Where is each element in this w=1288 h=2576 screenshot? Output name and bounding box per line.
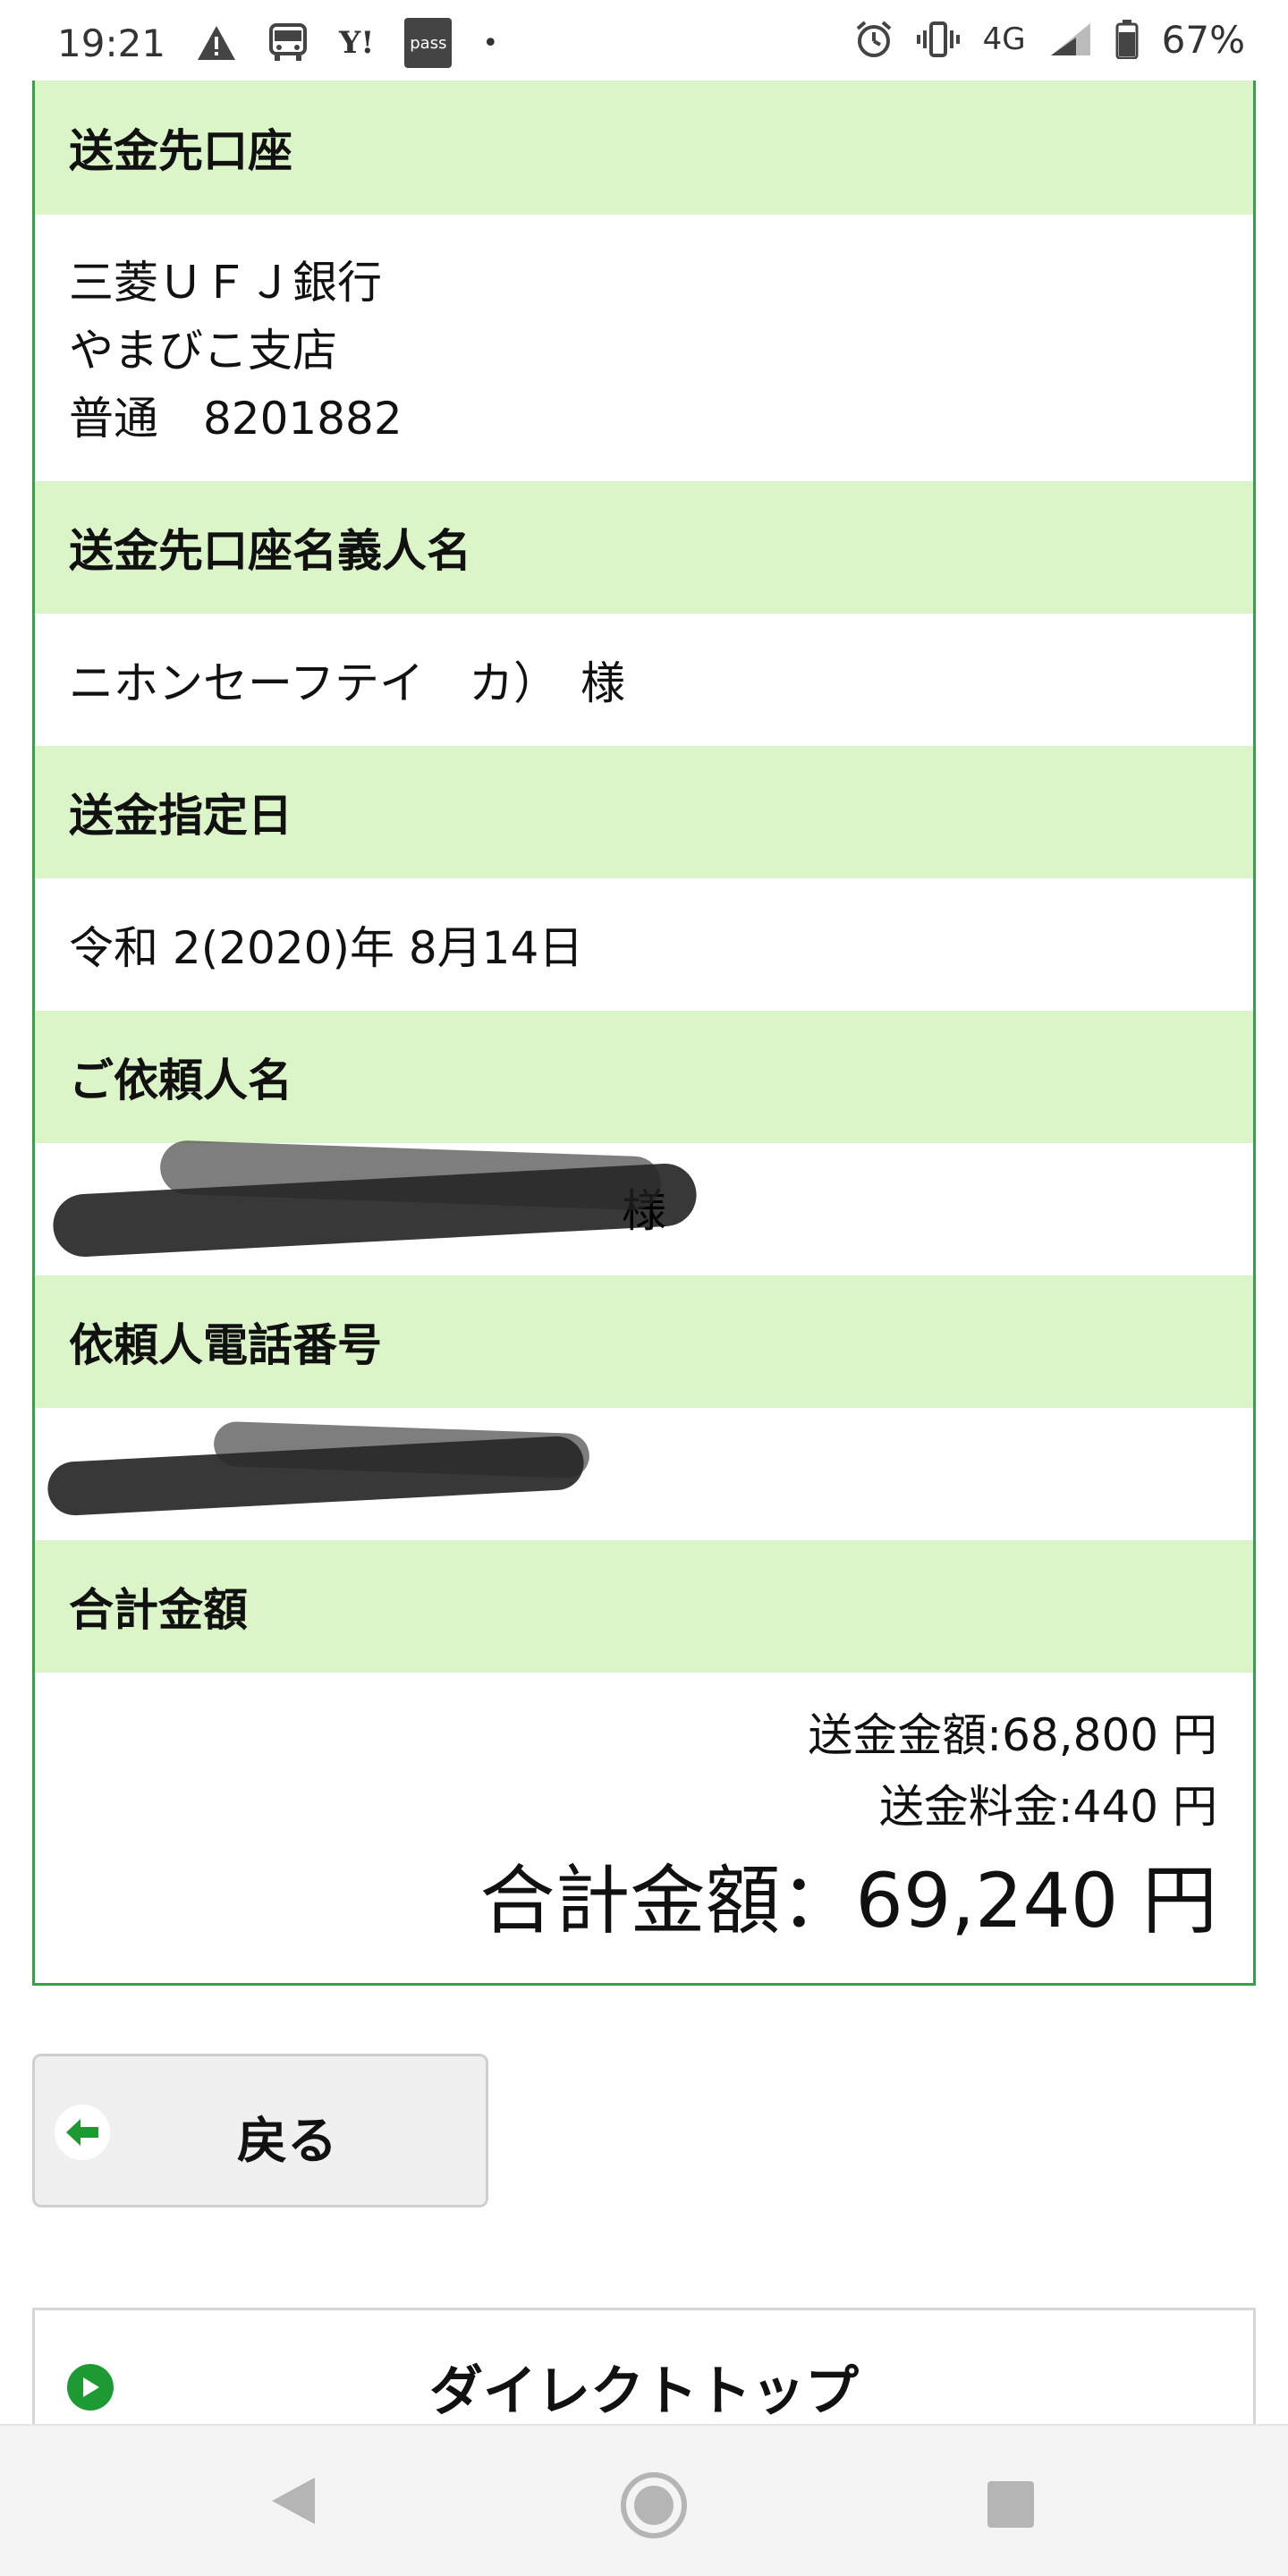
signal-icon [1049,18,1092,61]
totals-block: 送金金額:68,800 円 送金料金:440 円 合計金額：69,240 円 [479,1699,1217,1950]
dest-name-text: ニホンセーフテイ カ） 様 [69,657,625,709]
direct-top-label: ダイレクトトップ [429,2360,859,2423]
dest-name-value: ニホンセーフテイ カ） 様 [35,614,1253,746]
alarm-icon [854,18,894,61]
phone-header: 依頼人電話番号 [35,1275,1253,1408]
date-header: 送金指定日 [35,746,1253,878]
branch-name: やまびこ支店 [69,325,337,377]
transfer-amount: 送金金額:68,800 円 [808,1709,1217,1761]
requester-header: ご依頼人名 [35,1011,1253,1143]
battery-icon [1115,18,1139,61]
phone-header-label: 依頼人電話番号 [69,1319,382,1371]
date-header-label: 送金指定日 [69,790,292,842]
system-nav-bar [0,2424,1288,2576]
transfer-summary-card: 送金先口座 三菱ＵＦＪ銀行 やまびこ支店 普通 8201882 送金先口座名義人… [32,80,1256,1986]
vibrate-icon [916,18,960,61]
warning-icon [196,21,237,64]
nav-back-icon[interactable] [268,2474,318,2531]
date-text: 令和 2(2020)年 8月14日 [69,922,584,974]
bus-icon [267,21,309,64]
total-header: 合計金額 [35,1540,1253,1673]
requester-header-label: ご依頼人名 [69,1055,292,1106]
dest-name-header-label: 送金先口座名義人名 [69,525,471,577]
grand-total: 合計金額：69,240 円 [479,1857,1217,1945]
transfer-fee: 送金料金:440 円 [878,1781,1217,1833]
status-bar: 19:21 Y! pass • 4G 67% [0,0,1288,80]
date-value: 令和 2(2020)年 8月14日 [35,878,1253,1011]
status-right: 4G 67% [854,17,1245,62]
dest-account-header: 送金先口座 [35,80,1253,215]
dest-account-value: 三菱ＵＦＪ銀行 やまびこ支店 普通 8201882 [35,215,1253,481]
bank-name: 三菱ＵＦＪ銀行 [69,257,382,309]
network-type: 4G [982,21,1026,57]
back-button[interactable]: 戻る [32,2054,488,2207]
battery-percent: 67% [1161,17,1245,62]
dest-account-header-label: 送金先口座 [69,125,292,177]
clock-time: 19:21 [57,21,166,65]
total-header-label: 合計金額 [69,1584,248,1636]
nav-home-icon[interactable] [619,2470,689,2544]
account-number: 普通 8201882 [69,393,402,445]
phone-value [35,1408,1253,1540]
direct-top-link[interactable]: ダイレクトトップ [32,2308,1256,2424]
back-button-label: 戻る [237,2113,337,2171]
requester-value: 様 [35,1140,1253,1275]
status-left: 19:21 Y! pass • [57,18,498,68]
pass-icon: pass [404,18,453,68]
dest-name-header: 送金先口座名義人名 [35,481,1253,614]
nav-recent-icon[interactable] [986,2479,1036,2533]
total-value: 送金金額:68,800 円 送金料金:440 円 合計金額：69,240 円 [35,1673,1253,1983]
notification-dot: • [482,27,499,59]
yahoo-icon: Y! [339,25,375,61]
